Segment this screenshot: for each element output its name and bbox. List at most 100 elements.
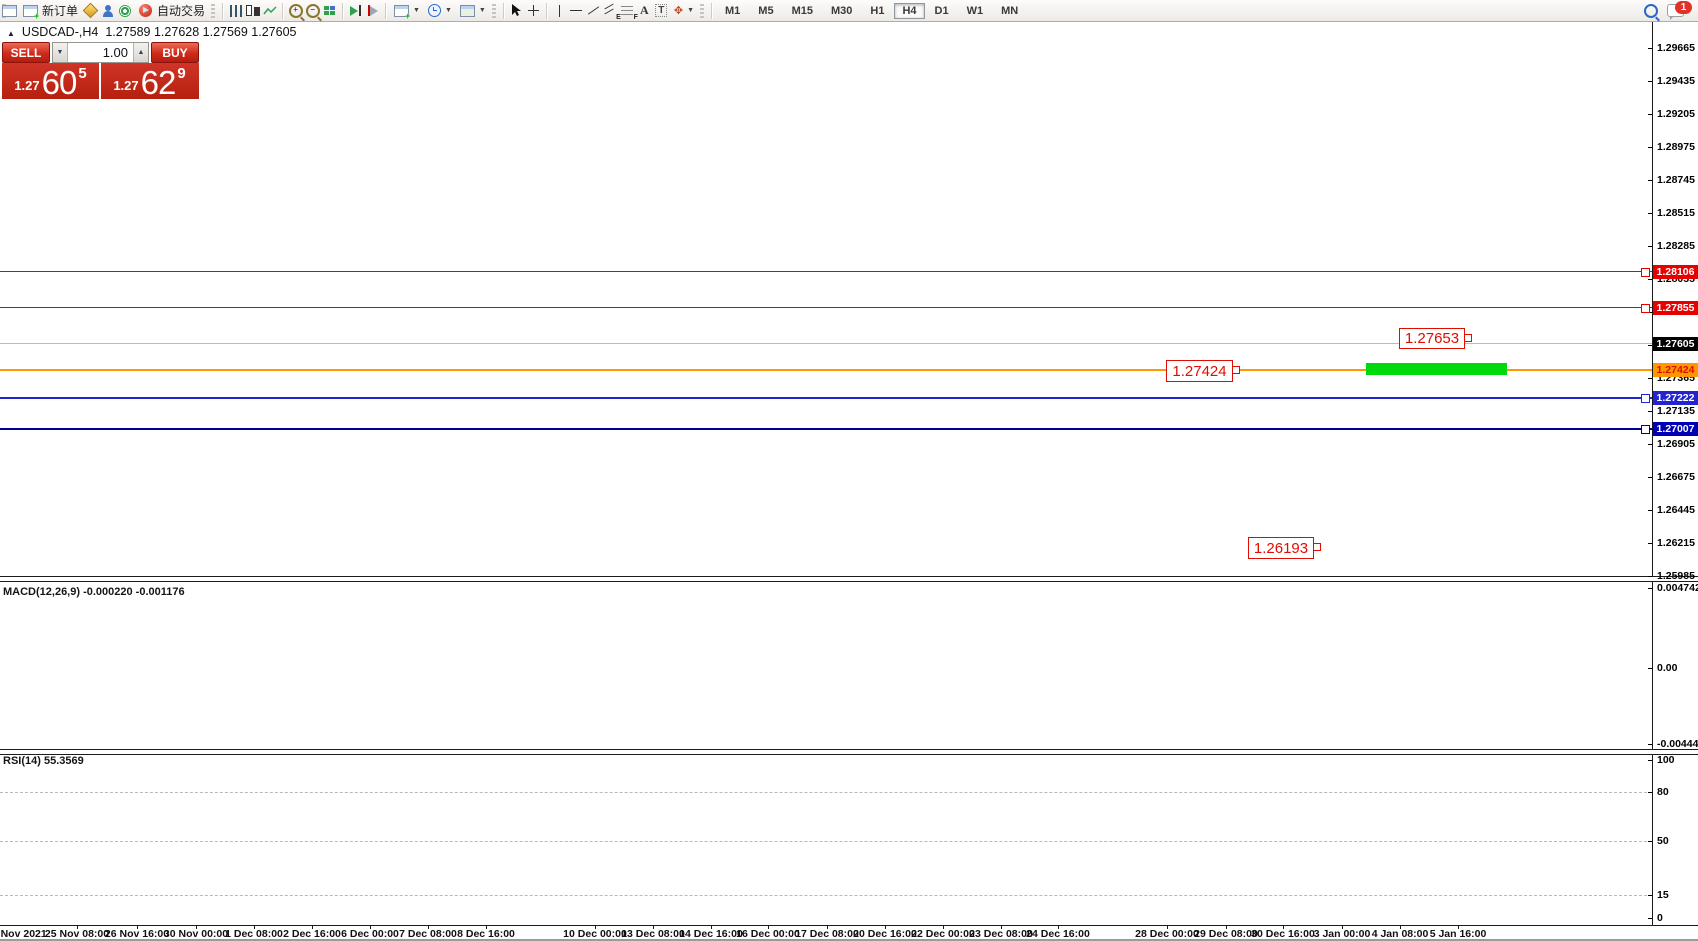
time-axis-label: 4 Jan 08:00 bbox=[1372, 928, 1429, 940]
price-divider bbox=[99, 63, 101, 99]
zoom-out-icon[interactable]: − bbox=[304, 3, 321, 19]
macd-axis-tick: 0.00 bbox=[1657, 662, 1677, 674]
new-chart-dropdown[interactable]: +▼ bbox=[390, 0, 424, 21]
auto-scroll-icon[interactable] bbox=[347, 3, 364, 19]
price-tick-dash bbox=[1648, 246, 1652, 247]
macd-tick-dash bbox=[1648, 668, 1652, 669]
volume-input[interactable]: 1.00 bbox=[68, 43, 133, 62]
macd-panel-splitter[interactable] bbox=[0, 576, 1698, 582]
time-axis-label: 5 Jan 16:00 bbox=[1430, 928, 1487, 940]
sell-price[interactable]: 1.27 60 5 bbox=[2, 63, 99, 99]
text-tool-icon[interactable]: A bbox=[636, 3, 653, 19]
rsi-indicator-label: RSI(14) 55.3569 bbox=[3, 755, 84, 767]
chat-icon[interactable]: 1 bbox=[1667, 3, 1684, 19]
timeframe-d1[interactable]: D1 bbox=[927, 3, 957, 19]
price-axis-tick: 1.25985 bbox=[1657, 570, 1695, 582]
templates-dropdown[interactable]: ▼ bbox=[456, 0, 490, 21]
annotation-anchor-square bbox=[1313, 543, 1321, 551]
toolbar: + 新订单 自动交易 + − +▼ ▼ ▼ E F A T bbox=[0, 0, 1698, 22]
crosshair-tool-icon[interactable] bbox=[525, 3, 542, 19]
horizontal-line-tool-icon[interactable] bbox=[568, 3, 585, 19]
supply-zone-rectangle[interactable] bbox=[1366, 363, 1507, 375]
text-label-tool-icon[interactable]: T bbox=[653, 3, 670, 19]
timeframe-m5[interactable]: M5 bbox=[750, 3, 781, 19]
vertical-line-tool-icon[interactable] bbox=[551, 3, 568, 19]
volume-increase-button[interactable]: ▲ bbox=[133, 43, 148, 62]
sell-button[interactable]: SELL bbox=[2, 42, 50, 63]
time-axis-label: 17 Dec 08:00 bbox=[795, 928, 859, 940]
chart-ohlc: 1.27589 1.27628 1.27569 1.27605 bbox=[105, 25, 296, 39]
rsi-tick-dash bbox=[1648, 895, 1652, 896]
timeframe-h1[interactable]: H1 bbox=[862, 3, 892, 19]
rsi-panel-canvas[interactable] bbox=[0, 753, 1652, 925]
price-axis-tick: 1.28975 bbox=[1657, 141, 1695, 153]
time-axis-label: 23 Dec 08:00 bbox=[969, 928, 1033, 940]
timeframe-w1[interactable]: W1 bbox=[959, 3, 992, 19]
timeframe-m1[interactable]: M1 bbox=[717, 3, 748, 19]
annotation-anchor-square bbox=[1232, 366, 1240, 374]
market-watch-icon[interactable] bbox=[99, 3, 116, 19]
arrows-tool-dropdown[interactable]: ✥▼ bbox=[670, 0, 698, 21]
timeframe-m30[interactable]: M30 bbox=[823, 3, 860, 19]
time-axis-label: 25 Nov 08:00 bbox=[45, 928, 109, 940]
macd-indicator-label: MACD(12,26,9) -0.000220 -0.001176 bbox=[3, 586, 185, 598]
price-line-label: 1.28106 bbox=[1653, 265, 1698, 279]
cursor-tool-icon[interactable] bbox=[508, 3, 525, 19]
price-axis-tick: 1.29205 bbox=[1657, 108, 1695, 120]
metaeditor-icon[interactable] bbox=[82, 3, 99, 19]
price-tick-dash bbox=[1648, 477, 1652, 478]
chart-marker-icon: ▲ bbox=[7, 29, 15, 38]
price-annotation[interactable]: 1.26193 bbox=[1248, 537, 1314, 559]
price-tick-dash bbox=[1648, 345, 1652, 346]
chart-shift-icon[interactable] bbox=[364, 3, 381, 19]
timeframe-h4[interactable]: H4 bbox=[894, 3, 924, 19]
signals-icon[interactable] bbox=[116, 3, 133, 19]
price-tick-dash bbox=[1648, 114, 1652, 115]
rsi-panel-splitter[interactable] bbox=[0, 749, 1698, 755]
price-axis-tick: 1.27135 bbox=[1657, 405, 1695, 417]
price-tick-dash bbox=[1648, 444, 1652, 445]
buy-button[interactable]: BUY bbox=[151, 42, 199, 63]
chart-window-icon[interactable] bbox=[1, 3, 18, 19]
search-icon[interactable] bbox=[1642, 3, 1659, 19]
timeframe-m15[interactable]: M15 bbox=[784, 3, 821, 19]
mt4-window: + 新订单 自动交易 + − +▼ ▼ ▼ E F A T bbox=[0, 0, 1698, 941]
new-order-button[interactable]: + 新订单 bbox=[18, 0, 82, 21]
trendline-tool-icon[interactable] bbox=[585, 3, 602, 19]
volume-stepper: ▼ 1.00 ▲ bbox=[52, 42, 149, 63]
timeframe-mn[interactable]: MN bbox=[993, 3, 1026, 19]
time-axis-label: 1 Dec 08:00 bbox=[225, 928, 283, 940]
rsi-tick-dash bbox=[1648, 792, 1652, 793]
bar-chart-type-icon[interactable] bbox=[227, 3, 244, 19]
buy-price[interactable]: 1.27 62 9 bbox=[101, 63, 198, 99]
price-axis-tick: 1.28285 bbox=[1657, 240, 1695, 252]
toolbar-grip[interactable] bbox=[700, 4, 704, 18]
fibonacci-tool-icon[interactable]: F bbox=[619, 3, 636, 19]
chart-title: ▲ USDCAD-,H4 1.27589 1.27628 1.27569 1.2… bbox=[7, 25, 296, 39]
price-annotation[interactable]: 1.27424 bbox=[1166, 360, 1233, 382]
price-chart-canvas[interactable] bbox=[0, 22, 1652, 576]
tile-windows-icon[interactable] bbox=[321, 3, 338, 19]
price-axis-tick: 1.26675 bbox=[1657, 471, 1695, 483]
macd-panel-canvas[interactable] bbox=[0, 580, 1652, 749]
volume-decrease-button[interactable]: ▼ bbox=[53, 43, 68, 62]
price-tick-dash bbox=[1648, 378, 1652, 379]
time-axis-label: 22 Dec 00:00 bbox=[911, 928, 975, 940]
autotrade-button[interactable]: 自动交易 bbox=[133, 0, 209, 21]
macd-tick-dash bbox=[1648, 744, 1652, 745]
toolbar-grip[interactable] bbox=[211, 4, 215, 18]
periods-dropdown[interactable]: ▼ bbox=[424, 0, 456, 21]
toolbar-grip[interactable] bbox=[492, 4, 496, 18]
candlestick-chart-type-icon[interactable] bbox=[244, 3, 261, 19]
time-axis-label: 20 Dec 16:00 bbox=[853, 928, 917, 940]
line-chart-type-icon[interactable] bbox=[261, 3, 278, 19]
zoom-in-icon[interactable]: + bbox=[287, 3, 304, 19]
annotation-anchor-square bbox=[1464, 334, 1472, 342]
price-line-label: 1.27855 bbox=[1653, 301, 1698, 315]
rsi-axis-tick: 50 bbox=[1657, 835, 1669, 847]
price-annotation[interactable]: 1.27653 bbox=[1399, 328, 1465, 349]
channel-tool-icon[interactable]: E bbox=[602, 3, 619, 19]
price-line-label: 1.27222 bbox=[1653, 391, 1698, 405]
time-axis-label: 24 Nov 2021 bbox=[0, 928, 47, 940]
time-axis-label: 30 Dec 16:00 bbox=[1251, 928, 1315, 940]
